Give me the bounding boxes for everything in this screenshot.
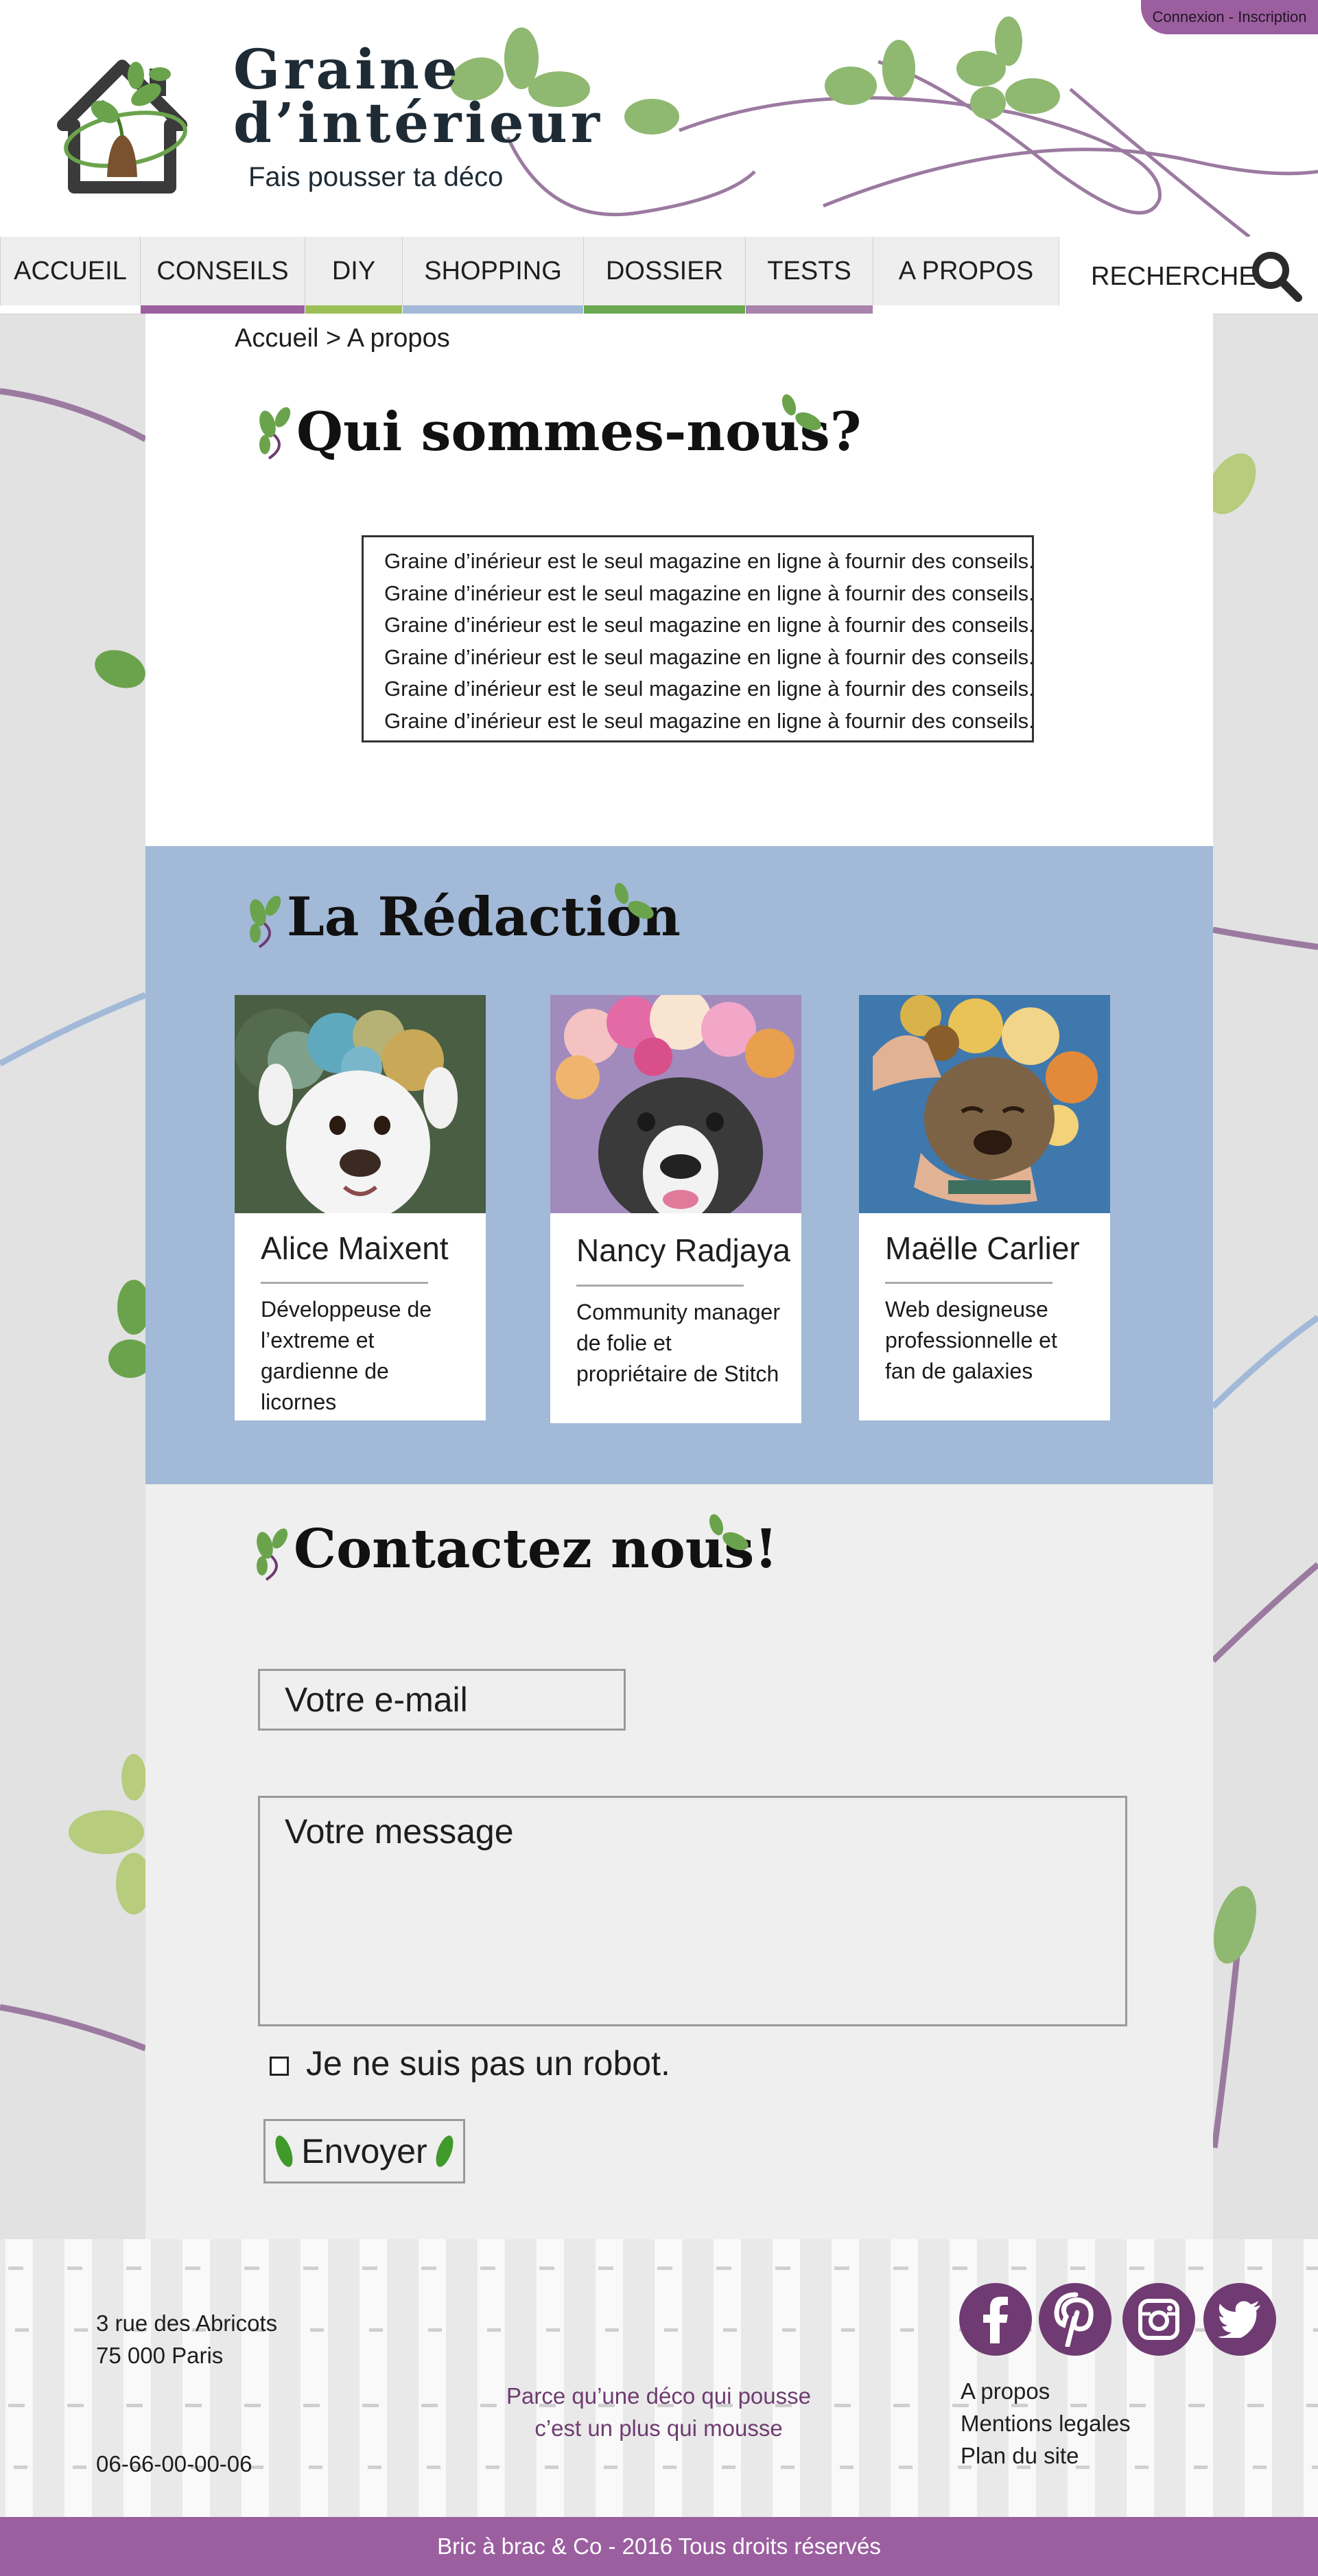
site-tagline: Fais pousser ta déco	[248, 162, 504, 192]
member-name: Maëlle Carlier	[885, 1230, 1080, 1266]
member-role: Web designeuse professionnelle et fan de…	[885, 1297, 1057, 1383]
intro-line: Graine d’inérieur est le seul magazine e…	[384, 581, 1035, 605]
footer-link-plan-du-site[interactable]: Plan du site	[961, 2443, 1079, 2469]
search-label[interactable]: RECHERCHE	[1091, 262, 1256, 292]
pinterest-icon[interactable]	[1039, 2283, 1111, 2356]
sprout-icon	[259, 407, 291, 460]
name-divider	[885, 1282, 1052, 1284]
nav-item-dossier[interactable]: DOSSIER	[583, 237, 745, 314]
footer-link-a-propos[interactable]: A propos	[961, 2378, 1050, 2404]
nav-accent-bar	[305, 305, 402, 314]
intro-line: Graine d’inérieur est le seul magazine e…	[384, 549, 1035, 573]
dog-portrait-photo	[550, 995, 801, 1213]
slogan-line: c’est un plus qui mousse	[534, 2415, 783, 2441]
name-divider	[576, 1285, 744, 1287]
site-title: Graine d’intérieur	[233, 42, 603, 150]
nav-accent-bar	[141, 305, 305, 314]
member-role: Community manager de folie et propriétai…	[576, 1300, 780, 1386]
email-field[interactable]	[258, 1669, 626, 1731]
intro-line: Graine d’inérieur est le seul magazine e…	[384, 677, 1035, 701]
twitter-glyph	[1218, 2301, 1260, 2338]
member-name: Alice Maixent	[261, 1230, 449, 1266]
nav-item-diy[interactable]: DIY	[305, 237, 402, 314]
intro-text-box: Graine d’inérieur est le seul magazine e…	[362, 535, 1035, 742]
facebook-icon[interactable]	[959, 2283, 1032, 2356]
site-title-line2: d’intérieur	[233, 91, 603, 155]
dog-portrait-photo	[235, 995, 486, 1213]
site-header: Graine d’intérieur Fais pousser ta déco	[0, 0, 1318, 237]
sprout-icon	[250, 895, 281, 948]
address-line: 3 rue des Abricots	[96, 2310, 278, 2336]
facebook-glyph	[983, 2297, 1008, 2343]
team-card[interactable]: Maëlle Carlier Web designeuse profession…	[859, 995, 1110, 1420]
header-vines	[450, 16, 1318, 237]
nav-accent-bar	[584, 305, 745, 314]
nav-item-conseils[interactable]: CONSEILS	[140, 237, 305, 314]
footer-link-mentions-legales[interactable]: Mentions legales	[961, 2411, 1131, 2437]
nav-item-label: TESTS	[767, 256, 851, 285]
sprout-icon	[257, 1528, 288, 1581]
breadcrumb[interactable]: Accueil > A propos	[235, 324, 450, 353]
name-divider	[261, 1282, 428, 1284]
intro-line: Graine d’inérieur est le seul magazine e…	[384, 644, 1035, 669]
address-line: 75 000 Paris	[96, 2343, 224, 2368]
leaf-pair-icon	[781, 394, 821, 431]
robot-checkbox[interactable]	[270, 2057, 289, 2076]
instagram-glyph	[1138, 2299, 1179, 2340]
login-signup-button[interactable]: Connexion - Inscription	[1141, 0, 1318, 34]
phone-number[interactable]: 06-66-00-00-06	[96, 2448, 252, 2480]
message-field[interactable]	[258, 1796, 1127, 2026]
team-card[interactable]: Nancy Radjaya Community manager de folie…	[550, 995, 801, 1423]
nav-item-label: DOSSIER	[605, 256, 724, 285]
nav-accent-bar	[403, 305, 583, 314]
nav-item-label: CONSEILS	[156, 256, 289, 285]
nav-item-label: ACCUEIL	[14, 256, 127, 285]
send-button[interactable]: Envoyer	[263, 2119, 465, 2183]
intro-line: Graine d’inérieur est le seul magazine e…	[384, 613, 1035, 637]
dog-portrait-photo	[859, 995, 1110, 1213]
member-role: Développeuse de l’extreme et gardienne d…	[261, 1297, 432, 1414]
intro-line: Graine d’inérieur est le seul magazine e…	[384, 708, 1035, 733]
leaf-icon	[436, 2135, 454, 2167]
twitter-icon[interactable]	[1203, 2283, 1276, 2356]
team-card[interactable]: Alice Maixent Développeuse de l’extreme …	[235, 995, 486, 1420]
leaf-icon	[275, 2135, 293, 2167]
nav-item-a-propos[interactable]: A PROPOS	[873, 237, 1059, 305]
footer-slogan: Parce qu’une déco qui pousse c’est un pl…	[480, 2380, 837, 2444]
leaf-pair-icon	[709, 1514, 749, 1551]
search-icon[interactable]	[1249, 248, 1304, 303]
nav-item-label: A PROPOS	[898, 256, 1034, 285]
nav-item-label: SHOPPING	[424, 256, 562, 285]
nav-item-tests[interactable]: TESTS	[745, 237, 873, 314]
nav-item-accueil[interactable]: ACCUEIL	[0, 237, 140, 305]
slogan-line: Parce qu’une déco qui pousse	[506, 2383, 811, 2409]
pinterest-glyph	[1054, 2292, 1094, 2347]
house-plant-logo	[57, 60, 187, 194]
robot-checkbox-label[interactable]: Je ne suis pas un robot.	[306, 2044, 670, 2083]
instagram-icon[interactable]	[1122, 2283, 1195, 2356]
copyright-bar: Bric à brac & Co - 2016 Tous droits rése…	[0, 2517, 1318, 2576]
leaf-pair-icon	[614, 882, 654, 920]
nav-accent-bar	[746, 305, 873, 314]
nav-item-shopping[interactable]: SHOPPING	[402, 237, 583, 314]
nav-item-label: DIY	[331, 256, 376, 285]
member-name: Nancy Radjaya	[576, 1232, 790, 1268]
copyright-text: Bric à brac & Co - 2016 Tous droits rése…	[437, 2533, 881, 2559]
send-button-label: Envoyer	[301, 2132, 427, 2170]
